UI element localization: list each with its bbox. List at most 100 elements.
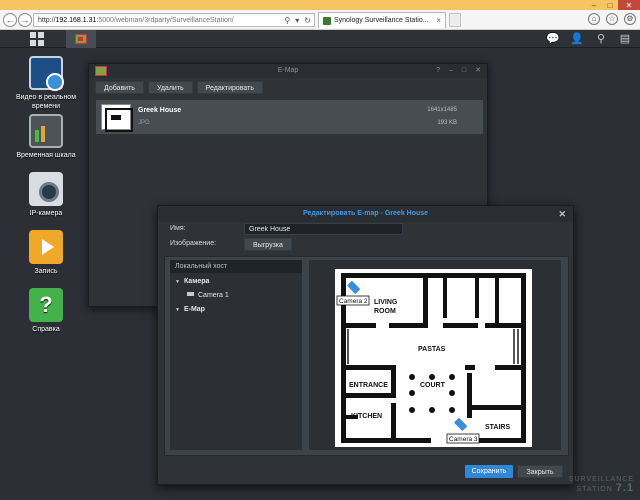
desktop-icon-live-view[interactable]: Видео в реальном времени bbox=[8, 56, 84, 111]
desktop-icon-help[interactable]: ? Справка bbox=[8, 288, 84, 334]
name-label: Имя: bbox=[170, 225, 186, 232]
recording-icon bbox=[29, 230, 63, 264]
desktop-icon-label: Запись bbox=[34, 268, 58, 275]
tree-group-camera[interactable]: ▼ Камера bbox=[175, 278, 209, 285]
maximize-icon[interactable]: □ bbox=[462, 64, 466, 78]
emap-title: E-Map bbox=[277, 67, 299, 74]
forward-icon[interactable]: → bbox=[18, 13, 32, 27]
floor-plan-image: LIVING ROOM PASTAS ENTRANCE COURT KITCHE… bbox=[335, 269, 532, 447]
list-item[interactable]: Greek House JPG 1641x1485 193 KB bbox=[96, 100, 483, 134]
main-menu-icon[interactable] bbox=[30, 32, 44, 46]
emap-toolbar: Добавить Удалить Редактировать bbox=[89, 78, 487, 97]
chat-icon[interactable]: 💬 bbox=[546, 32, 560, 46]
search-tray-icon[interactable]: ⚲ bbox=[594, 32, 608, 46]
desktop-icon-ip-camera[interactable]: IP-камера bbox=[8, 172, 84, 218]
synology-favicon-icon bbox=[323, 16, 331, 25]
surveillance-station-watermark: SURVEILLANCE STATION 7.1 bbox=[569, 476, 634, 494]
save-button[interactable]: Сохранить bbox=[465, 465, 513, 478]
close-icon[interactable]: ✕ bbox=[475, 64, 481, 78]
delete-button[interactable]: Удалить bbox=[147, 81, 193, 94]
window-controls: – □ ✕ bbox=[586, 0, 640, 10]
room-label-entrance: ENTRANCE bbox=[349, 382, 388, 389]
expand-caret-icon: ▼ bbox=[175, 279, 180, 285]
desktop-icon-label: Временная шкала bbox=[16, 152, 76, 159]
desktop-icon-timeline[interactable]: Временная шкала bbox=[8, 114, 84, 160]
camera-3-label: Camera 3 bbox=[449, 436, 478, 443]
desktop-icon-label: Справка bbox=[32, 326, 60, 333]
tree-group-label: E-Map bbox=[183, 306, 205, 313]
close-icon[interactable]: ✕ bbox=[618, 0, 640, 10]
dsm-tray: 💬 👤 ⚲ ▤ bbox=[546, 32, 632, 46]
close-button[interactable]: Закрыть bbox=[517, 465, 563, 478]
address-bar[interactable]: http://192.168.1.31:5000/webman/3rdparty… bbox=[33, 13, 315, 27]
minimize-icon[interactable]: – bbox=[449, 64, 453, 78]
room-label-stairs: STAIRS bbox=[485, 424, 510, 431]
user-icon[interactable]: 👤 bbox=[570, 32, 584, 46]
widgets-icon[interactable]: ▤ bbox=[618, 32, 632, 46]
room-label-court: COURT bbox=[420, 382, 446, 389]
favorites-icon[interactable]: ☆ bbox=[606, 13, 618, 25]
tree-group-label: Камера bbox=[183, 278, 210, 285]
live-view-icon bbox=[29, 56, 64, 91]
window-titlebar: – □ ✕ bbox=[0, 0, 640, 10]
camera-icon bbox=[187, 292, 194, 296]
map-name: Greek House bbox=[138, 107, 182, 114]
map-canvas[interactable]: LIVING ROOM PASTAS ENTRANCE COURT KITCHE… bbox=[309, 260, 561, 450]
desktop-icon-label: Видео в реальном времени bbox=[15, 94, 77, 110]
expand-caret-icon: ▼ bbox=[175, 307, 180, 313]
map-filesize: 193 KB bbox=[437, 120, 457, 126]
tree-group-emap[interactable]: ▼ E-Map bbox=[175, 306, 205, 313]
maximize-icon[interactable]: □ bbox=[602, 0, 618, 10]
map-type: JPG bbox=[138, 120, 150, 126]
edit-button[interactable]: Редактировать bbox=[196, 81, 264, 94]
settings-gear-icon[interactable]: ⚙ bbox=[624, 13, 636, 25]
timeline-icon bbox=[29, 114, 63, 148]
room-label-living: LIVING bbox=[374, 299, 398, 306]
tab-close-icon[interactable]: × bbox=[436, 16, 441, 25]
dropdown-icon[interactable]: ▾ bbox=[295, 16, 299, 25]
room-label-pastas: PASTAS bbox=[418, 346, 446, 353]
tree-header: Локальный хост bbox=[170, 260, 302, 273]
map-dimensions: 1641x1485 bbox=[427, 107, 457, 113]
emap-app-icon bbox=[75, 34, 87, 44]
emap-app-icon bbox=[95, 66, 107, 76]
room-label-kitchen: KITCHEN bbox=[351, 413, 382, 420]
room-label-room: ROOM bbox=[374, 308, 396, 315]
image-label: Изображение: bbox=[170, 240, 217, 247]
name-field[interactable] bbox=[244, 223, 403, 235]
back-icon[interactable]: ← bbox=[3, 13, 17, 27]
emap-window-controls: ? – □ ✕ bbox=[436, 64, 481, 78]
address-host: 192.168.1.31 bbox=[55, 16, 97, 24]
desktop-icon-recording[interactable]: Запись bbox=[8, 230, 84, 276]
dialog-titlebar[interactable]: Редактировать E-map - Greek House ✕ bbox=[158, 206, 573, 222]
tree-item-label: Camera 1 bbox=[198, 292, 229, 299]
address-prefix: http:// bbox=[38, 16, 56, 24]
emap-titlebar[interactable]: E-Map ? – □ ✕ bbox=[89, 64, 487, 78]
device-tree: Локальный хост ▼ Камера Camera 1 ▼ E-Map bbox=[170, 260, 302, 450]
dsm-taskbar: 💬 👤 ⚲ ▤ bbox=[0, 30, 640, 48]
watermark-version: 7.1 bbox=[615, 482, 634, 494]
tab-title: Synology Surveillance Statio... bbox=[334, 17, 429, 24]
refresh-icon[interactable]: ↻ bbox=[304, 16, 311, 25]
camera-2-label: Camera 2 bbox=[339, 298, 368, 305]
help-question-icon[interactable]: ? bbox=[436, 64, 440, 78]
help-icon: ? bbox=[29, 288, 63, 322]
tree-item-camera-1[interactable]: Camera 1 bbox=[187, 292, 229, 299]
new-tab-button[interactable] bbox=[449, 13, 461, 27]
minimize-icon[interactable]: – bbox=[586, 0, 602, 10]
search-icon[interactable]: ⚲ bbox=[284, 16, 290, 25]
camera-3-marker[interactable]: Camera 3 bbox=[446, 418, 480, 444]
upload-button[interactable]: Выгрузка bbox=[244, 238, 292, 251]
address-path: :5000/webman/3rdparty/SurveillanceStatio… bbox=[96, 16, 234, 24]
browser-right-icons: ⌂ ☆ ⚙ bbox=[588, 13, 636, 25]
close-icon[interactable]: ✕ bbox=[558, 206, 566, 222]
desktop-icon-label: IP-камера bbox=[29, 210, 63, 217]
map-thumbnail bbox=[101, 104, 133, 132]
add-button[interactable]: Добавить bbox=[95, 81, 144, 94]
taskbar-emap-app[interactable] bbox=[66, 30, 96, 48]
floor-plan-svg: LIVING ROOM PASTAS ENTRANCE COURT KITCHE… bbox=[336, 273, 526, 444]
browser-toolbar: ← → http://192.168.1.31:5000/webman/3rdp… bbox=[0, 10, 640, 30]
dialog-title: Редактировать E-map - Greek House bbox=[302, 210, 429, 217]
home-icon[interactable]: ⌂ bbox=[588, 13, 600, 25]
browser-tab[interactable]: Synology Surveillance Statio... × bbox=[318, 12, 446, 28]
